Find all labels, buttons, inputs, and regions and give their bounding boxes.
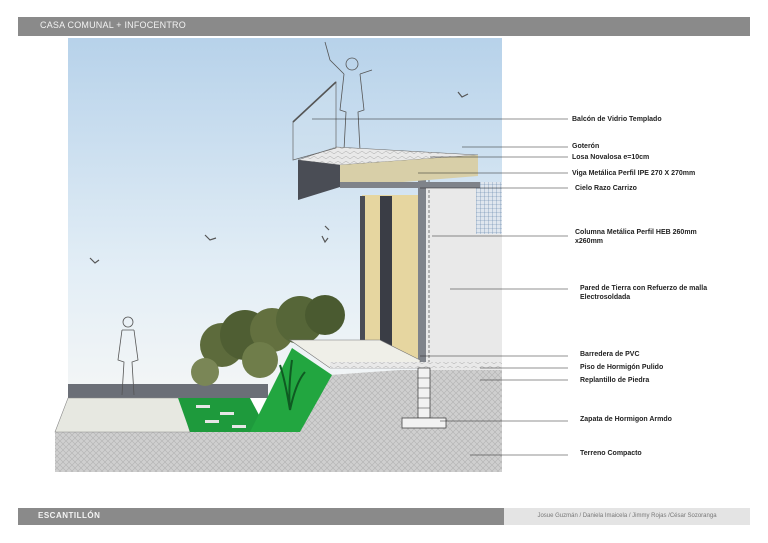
label-viga: Viga Metálica Perfil IPE 270 X 270mm xyxy=(572,170,695,177)
label-piso: Piso de Hormigón Pulido xyxy=(580,364,663,371)
window-frame xyxy=(380,196,392,356)
steel-column xyxy=(418,160,426,375)
label-barredera: Barredera de PVC xyxy=(580,351,640,358)
label-replantillo: Replantillo de Piedra xyxy=(580,377,649,384)
label-pared: Pared de Tierra con Refuerzo de malla El… xyxy=(580,285,709,301)
mesh-panel xyxy=(476,182,502,234)
sidewalk xyxy=(54,397,191,433)
label-balcon: Balcón de Vidrio Templado xyxy=(572,116,662,123)
stone-bed xyxy=(330,362,502,368)
background-building xyxy=(68,384,268,398)
label-losa: Losa Novalosa e=10cm xyxy=(572,154,649,161)
label-columna: Columna Metálica Perfil HEB 260mm x260mm xyxy=(575,229,699,245)
footer-bar: ESCANTILLÓN Josue Guzmán / Daniela Imaic… xyxy=(18,508,750,525)
section-drawing: Balcón de Vidrio Templado Goterón Losa N… xyxy=(54,38,709,472)
label-zapata: Zapata de Hormigon Armdo xyxy=(580,416,672,423)
author-credits: Josue Guzmán / Daniela Imaicela / Jimmy … xyxy=(504,508,750,525)
label-cielo: Cielo Razo Carrizo xyxy=(575,185,637,192)
annotation-labels: Balcón de Vidrio Templado Goterón Losa N… xyxy=(572,116,709,457)
side-column xyxy=(360,196,365,358)
section-title: ESCANTILLÓN xyxy=(38,511,101,520)
ceiling-reed xyxy=(340,182,480,188)
label-goteron: Goterón xyxy=(572,143,599,150)
terrain-left xyxy=(55,432,190,472)
label-terreno: Terreno Compacto xyxy=(580,450,642,457)
